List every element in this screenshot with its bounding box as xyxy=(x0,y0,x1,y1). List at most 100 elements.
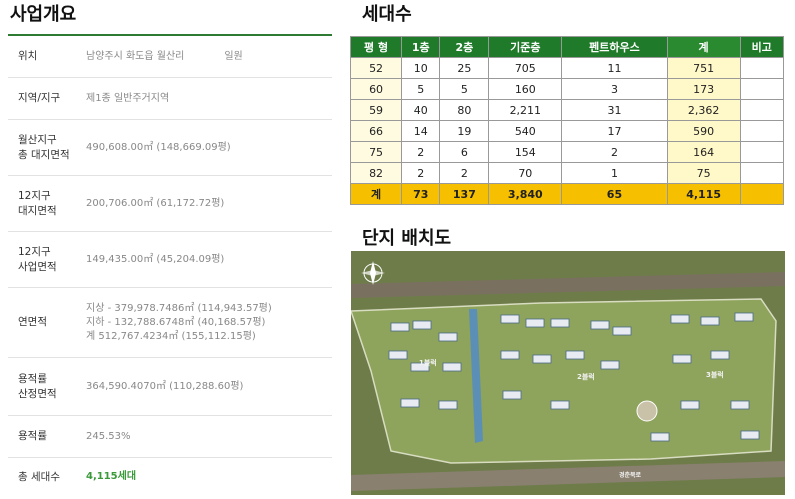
cell-type: 계 xyxy=(349,183,403,205)
cell-note xyxy=(739,141,785,163)
table-row: 52 10 25 705 11 751 xyxy=(349,57,785,79)
cell-total: 2,362 xyxy=(666,99,741,121)
site-plan-svg: 1블럭 2블럭 3블럭 경춘북로 xyxy=(351,251,785,495)
overview-label: 12지구 대지면적 xyxy=(18,189,57,217)
cell-penthouse: 3 xyxy=(561,78,668,100)
cell-penthouse: 17 xyxy=(561,120,668,142)
table-row: 82 2 2 70 1 75 xyxy=(349,162,785,184)
cell-1f: 14 xyxy=(401,120,441,142)
overview-label: 월산지구 총 대지면적 xyxy=(18,133,70,161)
units-header-row: 평 형 1층 2층 기준층 펜트하우스 계 비고 xyxy=(349,36,785,58)
overview-row: 연면적 지상 - 379,978.7486㎡ (114,943.57평) 지하 … xyxy=(8,288,332,358)
overview-label: 12지구 사업면적 xyxy=(18,245,57,273)
site-plan-image: 1블럭 2블럭 3블럭 경춘북로 xyxy=(351,251,785,495)
cell-penthouse: 2 xyxy=(561,141,668,163)
overview-label: 총 세대수 xyxy=(18,470,60,483)
overview-row: 12지구 대지면적 200,706.00㎡ (61,172.72평) xyxy=(8,176,332,232)
cell-note xyxy=(739,162,785,184)
header-1f: 1층 xyxy=(401,36,441,58)
block3-label: 3블럭 xyxy=(706,370,724,379)
cell-penthouse: 1 xyxy=(561,162,668,184)
overview-value: 245.53% xyxy=(86,430,131,442)
overview-value-text: 남양주시 화도읍 월산리 xyxy=(86,50,185,62)
cell-total: 590 xyxy=(666,120,741,142)
cell-2f: 25 xyxy=(439,57,490,79)
cell-note xyxy=(739,57,785,79)
header-2f: 2층 xyxy=(439,36,490,58)
overview-value: 지상 - 379,978.7486㎡ (114,943.57평) 지하 - 13… xyxy=(86,302,272,342)
overview-label: 용적률 xyxy=(18,430,47,442)
cell-standard: 2,211 xyxy=(488,99,563,121)
table-row: 75 2 6 154 2 164 xyxy=(349,141,785,163)
cell-2f: 137 xyxy=(439,183,490,205)
overview-value: 4,115세대 xyxy=(86,471,137,482)
cell-2f: 19 xyxy=(439,120,490,142)
overview-label: 위치 xyxy=(18,50,38,62)
cell-total: 164 xyxy=(666,141,741,163)
cell-standard: 160 xyxy=(488,78,563,100)
overview-value: 490,608.00㎡ (148,669.09평) xyxy=(86,141,231,153)
cell-note xyxy=(739,99,785,121)
table-row: 59 40 80 2,211 31 2,362 xyxy=(349,99,785,121)
overview-value-extra: 일원 xyxy=(224,50,243,62)
overview-value: 364,590.4070㎡ (110,288.60평) xyxy=(86,380,244,392)
cell-standard: 154 xyxy=(488,141,563,163)
table-row: 60 5 5 160 3 173 xyxy=(349,78,785,100)
block2-label: 2블럭 xyxy=(577,372,595,381)
header-total: 계 xyxy=(666,36,741,58)
cell-1f: 5 xyxy=(401,78,441,100)
cell-standard: 3,840 xyxy=(488,183,563,205)
cell-note xyxy=(739,120,785,142)
units-table: 평 형 1층 2층 기준층 펜트하우스 계 비고 52 10 25 705 11… xyxy=(349,36,785,205)
header-penthouse: 펜트하우스 xyxy=(561,36,668,58)
header-note: 비고 xyxy=(739,36,785,58)
table-row: 66 14 19 540 17 590 xyxy=(349,120,785,142)
overview-row: 위치 남양주시 화도읍 월산리 일원 xyxy=(8,36,332,78)
overview-label: 지역/지구 xyxy=(18,92,61,104)
site-plan-title: 단지 배치도 xyxy=(362,228,452,249)
overview-label: 연면적 xyxy=(18,316,47,328)
cell-type: 52 xyxy=(349,57,403,79)
overview-value: 남양주시 화도읍 월산리 일원 xyxy=(76,50,332,64)
cell-type: 60 xyxy=(349,78,403,100)
plaza xyxy=(636,400,658,422)
cell-penthouse: 31 xyxy=(561,99,668,121)
overview-value: 200,706.00㎡ (61,172.72평) xyxy=(86,197,225,209)
overview-row: 용적률 245.53% xyxy=(8,416,332,458)
cell-total: 75 xyxy=(666,162,741,184)
cell-1f: 73 xyxy=(401,183,441,205)
cell-2f: 80 xyxy=(439,99,490,121)
cell-penthouse: 11 xyxy=(561,57,668,79)
cell-1f: 2 xyxy=(401,162,441,184)
cell-1f: 2 xyxy=(401,141,441,163)
overview-label: 용적률 산정면적 xyxy=(18,372,57,400)
cell-penthouse: 65 xyxy=(561,183,668,205)
cell-1f: 10 xyxy=(401,57,441,79)
overview-value: 149,435.00㎡ (45,204.09평) xyxy=(86,253,225,265)
cell-standard: 705 xyxy=(488,57,563,79)
cell-note xyxy=(739,78,785,100)
cell-2f: 6 xyxy=(439,141,490,163)
road-label: 경춘북로 xyxy=(619,471,642,479)
overview-row: 월산지구 총 대지면적 490,608.00㎡ (148,669.09평) xyxy=(8,120,332,176)
overview-row: 12지구 사업면적 149,435.00㎡ (45,204.09평) xyxy=(8,232,332,288)
overview-row: 총 세대수 4,115세대 xyxy=(8,458,332,496)
overview-value: 제1종 일반주거지역 xyxy=(86,92,170,104)
overview-table: 위치 남양주시 화도읍 월산리 일원 지역/지구 제1종 일반주거지역 월산지구 … xyxy=(8,34,332,496)
cell-total: 751 xyxy=(666,57,741,79)
cell-1f: 40 xyxy=(401,99,441,121)
block1-label: 1블럭 xyxy=(419,358,437,367)
cell-type: 66 xyxy=(349,120,403,142)
overview-row: 용적률 산정면적 364,590.4070㎡ (110,288.60평) xyxy=(8,358,332,416)
cell-type: 59 xyxy=(349,99,403,121)
cell-total: 4,115 xyxy=(666,183,741,205)
total-row: 계 73 137 3,840 65 4,115 xyxy=(349,183,785,205)
cell-total: 173 xyxy=(666,78,741,100)
cell-type: 75 xyxy=(349,141,403,163)
cell-type: 82 xyxy=(349,162,403,184)
overview-row: 지역/지구 제1종 일반주거지역 xyxy=(8,78,332,120)
header-standard: 기준층 xyxy=(488,36,563,58)
units-title: 세대수 xyxy=(362,4,412,25)
header-type: 평 형 xyxy=(349,36,403,58)
cell-2f: 2 xyxy=(439,162,490,184)
